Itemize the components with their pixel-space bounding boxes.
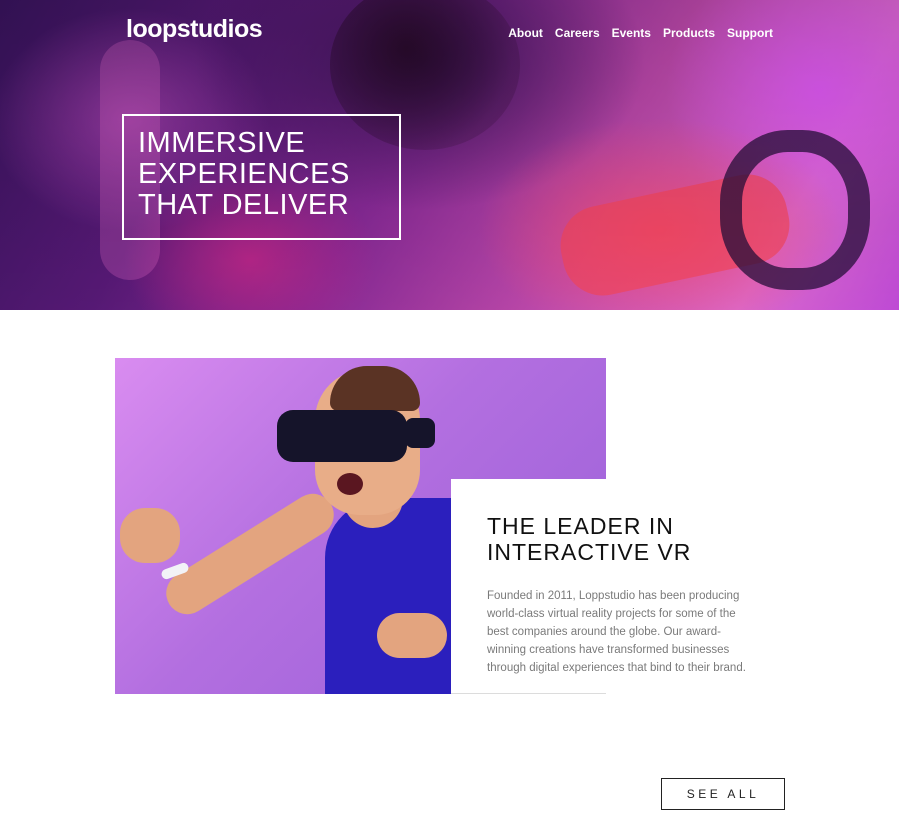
image-part-arm — [158, 485, 342, 623]
logo[interactable]: loopstudios — [126, 15, 263, 44]
nav-link-support[interactable]: Support — [727, 26, 773, 40]
image-part-hair — [330, 366, 420, 411]
hero-headline-line: EXPERIENCES — [138, 158, 350, 190]
image-part-hand — [377, 613, 447, 658]
see-all-button[interactable]: SEE ALL — [661, 778, 785, 810]
nav-link-careers[interactable]: Careers — [555, 26, 600, 40]
hero-headline-line: THAT DELIVER — [138, 189, 350, 221]
feature-body: Founded in 2011, Loppstudio has been pro… — [487, 590, 746, 674]
feature-card: THE LEADER IN INTERACTIVE VR Founded in … — [451, 479, 786, 694]
image-part-mouth — [337, 473, 363, 495]
hero-headline-line: IMMERSIVE — [138, 127, 306, 159]
feature-title: THE LEADER IN INTERACTIVE VR — [487, 513, 691, 565]
nav-link-products[interactable]: Products — [663, 26, 715, 40]
nav-link-about[interactable]: About — [508, 26, 543, 40]
divider — [451, 693, 606, 694]
main-nav: About Careers Events Products Support — [508, 26, 773, 40]
hero-section: loopstudios About Careers Events Product… — [0, 0, 899, 310]
image-part-hand — [120, 508, 180, 563]
vr-headset-icon — [277, 410, 407, 462]
hero-headline-box: IMMERSIVE EXPERIENCES THAT DELIVER — [122, 114, 401, 240]
feature-title-line: THE LEADER IN — [487, 513, 674, 539]
nav-link-events[interactable]: Events — [612, 26, 651, 40]
image-part-strap — [405, 418, 435, 448]
feature-title-line: INTERACTIVE VR — [487, 539, 692, 565]
